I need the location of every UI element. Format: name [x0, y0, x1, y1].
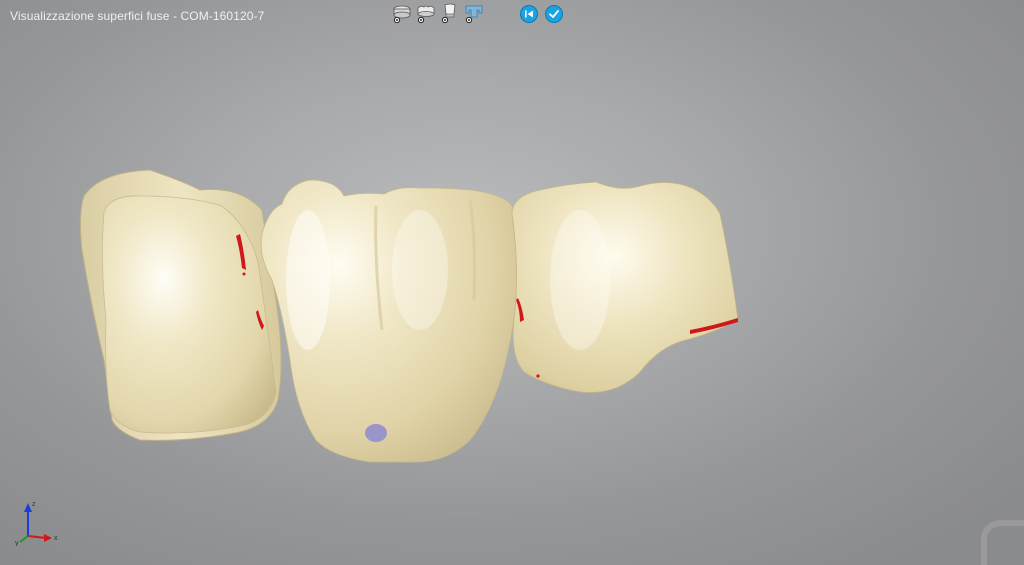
3d-viewport[interactable] [0, 0, 1024, 565]
reference-marker[interactable] [365, 424, 387, 442]
crown-center[interactable] [260, 179, 521, 463]
crown-left[interactable] [79, 169, 282, 441]
axis-orientation-widget: z y x [15, 501, 58, 546]
watermark-logo-icon [981, 520, 1024, 565]
crown-right[interactable] [511, 181, 739, 393]
axis-label-x: x [54, 535, 58, 542]
axis-label-y: y [15, 540, 19, 546]
axis-label-z: z [32, 501, 36, 508]
